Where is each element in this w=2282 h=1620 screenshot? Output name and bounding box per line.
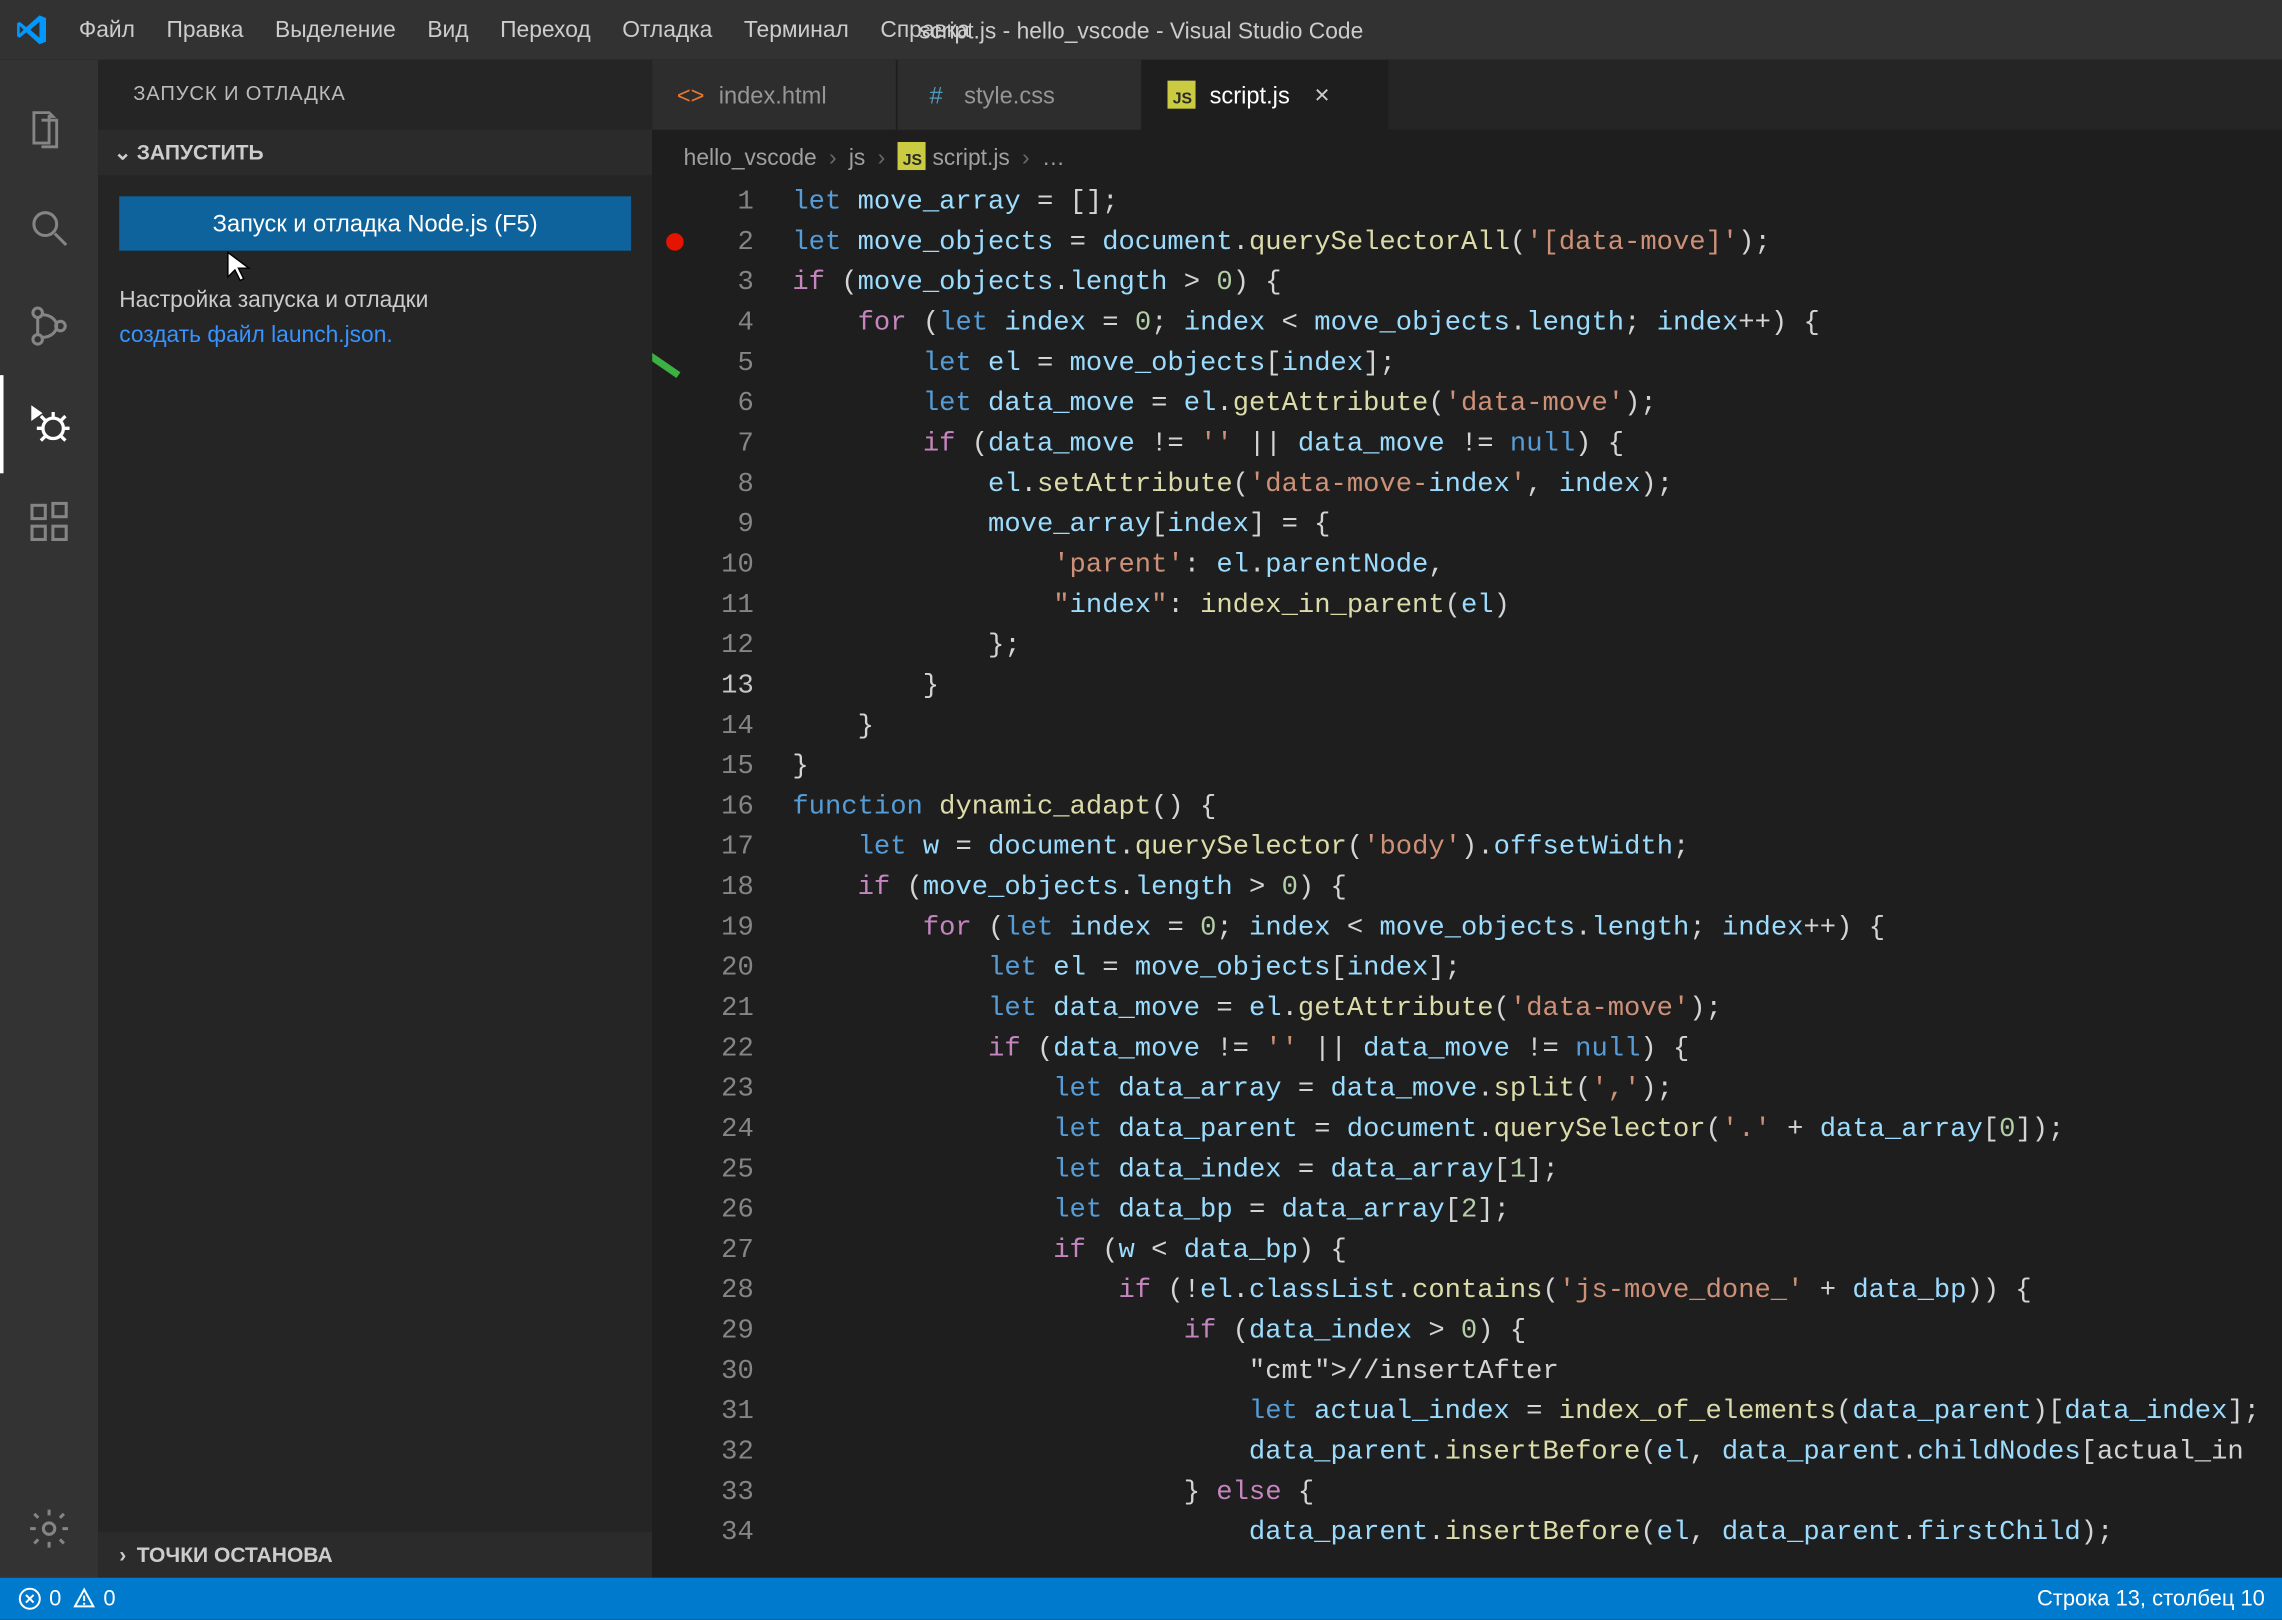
search-icon[interactable] bbox=[0, 179, 98, 277]
menu-debug[interactable]: Отладка bbox=[606, 0, 728, 60]
statusbar: 0 0 Строка 13, столбец 10 bbox=[0, 1578, 2282, 1620]
html-file-icon: <> bbox=[677, 81, 705, 109]
menu-view[interactable]: Вид bbox=[412, 0, 485, 60]
status-warning-count: 0 bbox=[103, 1586, 115, 1611]
breakpoints-section-label: ТОЧКИ ОСТАНОВА bbox=[137, 1543, 333, 1568]
run-debug-button[interactable]: Запуск и отладка Node.js (F5) bbox=[119, 196, 631, 250]
code-content[interactable]: let move_array = [];let move_objects = d… bbox=[792, 182, 2282, 1577]
error-icon bbox=[18, 1586, 43, 1611]
breadcrumb-separator-icon: › bbox=[829, 143, 837, 169]
breadcrumb-separator-icon: › bbox=[878, 143, 886, 169]
run-section-label: ЗАПУСТИТЬ bbox=[137, 140, 264, 165]
status-warnings[interactable]: 0 bbox=[72, 1586, 116, 1611]
sidebar-title: ЗАПУСК И ОТЛАДКА bbox=[98, 60, 652, 130]
warning-icon bbox=[72, 1586, 97, 1611]
chevron-right-icon: › bbox=[109, 1543, 137, 1568]
config-label: Настройка запуска и отладки bbox=[119, 286, 428, 312]
run-section-header[interactable]: ⌄ ЗАПУСТИТЬ bbox=[98, 130, 652, 176]
breadcrumb-item[interactable]: js bbox=[849, 143, 865, 169]
menu-bar: Файл Правка Выделение Вид Переход Отладк… bbox=[63, 0, 985, 60]
menu-edit[interactable]: Правка bbox=[151, 0, 260, 60]
create-launch-json-link[interactable]: создать файл launch.json. bbox=[119, 320, 393, 346]
breadcrumb-item[interactable]: script.js bbox=[933, 143, 1010, 169]
vscode-window: Файл Правка Выделение Вид Переход Отладк… bbox=[0, 0, 2282, 1620]
breadcrumb-item[interactable]: … bbox=[1042, 143, 1065, 169]
activity-bar bbox=[0, 60, 98, 1578]
menu-help[interactable]: Справка bbox=[865, 0, 986, 60]
vscode-logo-icon bbox=[0, 14, 63, 46]
explorer-icon[interactable] bbox=[0, 81, 98, 179]
css-file-icon: # bbox=[922, 81, 950, 109]
breakpoints-section-header[interactable]: › ТОЧКИ ОСТАНОВА bbox=[98, 1532, 652, 1578]
tab-close-icon[interactable]: × bbox=[1314, 80, 1329, 110]
sidebar-run-debug: ЗАПУСК И ОТЛАДКА ⌄ ЗАПУСТИТЬ Запуск и от… bbox=[98, 60, 652, 1578]
js-file-icon: JS bbox=[897, 142, 925, 170]
line-gutter[interactable]: 1234567891011121314151617181920212223242… bbox=[652, 182, 792, 1577]
tab-label: style.css bbox=[964, 82, 1055, 108]
editor-tabs: <> index.html # style.css JS script.js × bbox=[652, 60, 2282, 130]
tab-label: index.html bbox=[719, 82, 827, 108]
status-cursor-position[interactable]: Строка 13, столбец 10 bbox=[2037, 1586, 2265, 1611]
chevron-down-icon: ⌄ bbox=[109, 140, 137, 165]
titlebar: Файл Правка Выделение Вид Переход Отладк… bbox=[0, 0, 2282, 60]
extensions-icon[interactable] bbox=[0, 473, 98, 571]
breadcrumbs[interactable]: hello_vscode › js › JS script.js › … bbox=[652, 130, 2282, 183]
status-errors[interactable]: 0 bbox=[18, 1586, 62, 1611]
code-editor[interactable]: 1234567891011121314151617181920212223242… bbox=[652, 182, 2282, 1577]
run-body: Запуск и отладка Node.js (F5) Настройка … bbox=[98, 175, 652, 371]
tab-label: script.js bbox=[1210, 82, 1290, 108]
source-control-icon[interactable] bbox=[0, 277, 98, 375]
tab-script-js[interactable]: JS script.js × bbox=[1143, 60, 1388, 130]
breadcrumb-item[interactable]: hello_vscode bbox=[684, 143, 817, 169]
status-error-count: 0 bbox=[49, 1586, 61, 1611]
breadcrumb-separator-icon: › bbox=[1022, 143, 1030, 169]
menu-file[interactable]: Файл bbox=[63, 0, 151, 60]
menu-go[interactable]: Переход bbox=[484, 0, 606, 60]
tab-style-css[interactable]: # style.css bbox=[898, 60, 1143, 130]
tab-index-html[interactable]: <> index.html bbox=[652, 60, 897, 130]
menu-terminal[interactable]: Терминал bbox=[728, 0, 865, 60]
run-debug-icon[interactable] bbox=[0, 375, 98, 473]
editor-area: <> index.html # style.css JS script.js ×… bbox=[652, 60, 2282, 1578]
config-text: Настройка запуска и отладки создать файл… bbox=[119, 282, 631, 350]
settings-gear-icon[interactable] bbox=[0, 1480, 98, 1578]
menu-selection[interactable]: Выделение bbox=[259, 0, 411, 60]
main-area: ЗАПУСК И ОТЛАДКА ⌄ ЗАПУСТИТЬ Запуск и от… bbox=[0, 60, 2282, 1578]
js-file-icon: JS bbox=[1167, 81, 1195, 109]
